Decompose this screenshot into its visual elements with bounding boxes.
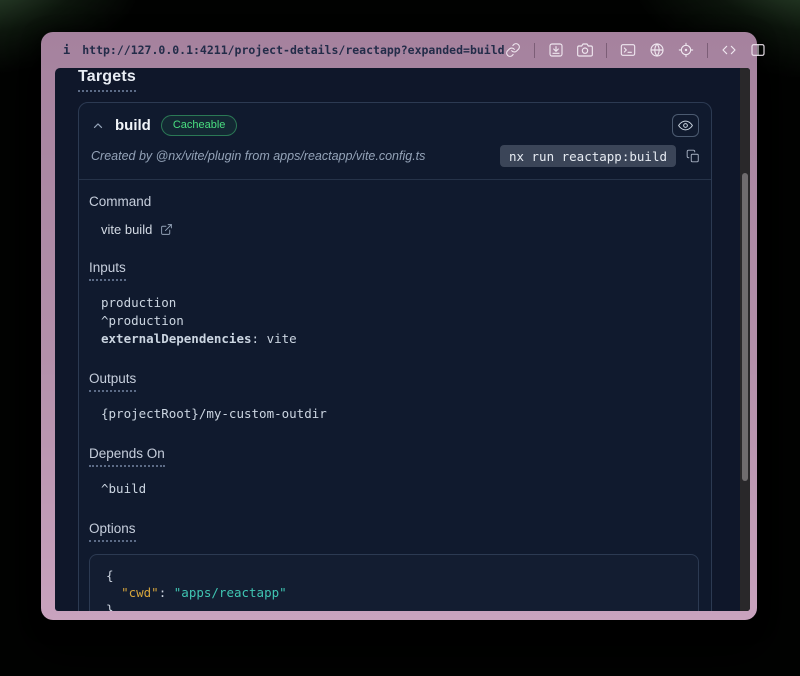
target-name: build <box>115 117 151 134</box>
command-label: Command <box>89 194 699 209</box>
command-value: vite build <box>101 222 152 237</box>
depends-on-item: ^build <box>101 480 699 498</box>
outputs-list: {projectRoot}/my-custom-outdir <box>101 405 699 423</box>
cacheable-badge: Cacheable <box>161 115 238 135</box>
input-item: externalDependencies: vite <box>101 330 699 348</box>
command-value-row: vite build <box>101 222 699 237</box>
options-label[interactable]: Options <box>89 521 136 542</box>
inputs-section: Inputs production ^production externalDe… <box>89 259 699 348</box>
external-link-icon[interactable] <box>160 223 173 236</box>
page-viewport: Targets build Cacheable <box>55 68 750 611</box>
toolbar-divider <box>534 43 535 58</box>
target-icon[interactable] <box>678 42 694 58</box>
build-panel-subheader: Created by @nx/vite/plugin from apps/rea… <box>79 143 711 179</box>
options-json-viewer: { "cwd": "apps/reactapp" } <box>89 554 699 611</box>
code-icon[interactable] <box>721 42 737 58</box>
inputs-list: production ^production externalDependenc… <box>101 294 699 348</box>
terminal-icon[interactable] <box>620 42 636 58</box>
split-view-icon[interactable] <box>750 42 766 58</box>
input-item: production <box>101 294 699 312</box>
depends-on-label[interactable]: Depends On <box>89 446 165 467</box>
copy-icon <box>686 149 700 163</box>
build-panel-body: Command vite build Inputs production <box>79 180 711 611</box>
created-by-text: Created by @nx/vite/plugin from apps/rea… <box>91 149 425 163</box>
depends-on-list: ^build <box>101 480 699 498</box>
view-graph-button[interactable] <box>672 114 699 137</box>
project-details-page: Targets build Cacheable <box>55 68 740 611</box>
copy-command-button[interactable] <box>683 146 703 166</box>
input-item: ^production <box>101 312 699 330</box>
outputs-label[interactable]: Outputs <box>89 371 136 392</box>
globe-icon[interactable] <box>649 42 665 58</box>
build-panel-header[interactable]: build Cacheable <box>79 103 711 143</box>
input-item-key: externalDependencies <box>101 331 252 346</box>
scrollbar-thumb[interactable] <box>742 173 748 481</box>
target-panel-build: build Cacheable Created by @nx/vite/plug… <box>78 102 712 611</box>
output-item: {projectRoot}/my-custom-outdir <box>101 405 699 423</box>
link-icon[interactable] <box>505 42 521 58</box>
command-section: Command vite build <box>89 194 699 237</box>
eye-icon <box>678 118 693 133</box>
url-text[interactable]: http://127.0.0.1:4211/project-details/re… <box>82 43 504 57</box>
toolbar-divider <box>707 43 708 58</box>
json-value: "apps/reactapp" <box>174 585 287 600</box>
chevron-up-icon[interactable] <box>91 119 105 133</box>
options-section: Options { "cwd": "apps/reactapp" } <box>89 520 699 611</box>
depends-on-section: Depends On ^build <box>89 445 699 498</box>
browser-window: i http://127.0.0.1:4211/project-details/… <box>41 32 757 620</box>
inputs-label[interactable]: Inputs <box>89 260 126 281</box>
info-icon: i <box>63 43 70 57</box>
targets-section-header: Targets <box>78 68 712 92</box>
scrollbar[interactable] <box>740 68 750 611</box>
input-item-value: : vite <box>252 331 297 346</box>
json-property-row: "cwd": "apps/reactapp" <box>106 584 682 601</box>
camera-icon[interactable] <box>577 42 593 58</box>
json-close-brace: } <box>106 601 682 611</box>
json-open-brace: { <box>106 567 682 584</box>
import-icon[interactable] <box>548 42 564 58</box>
outputs-section: Outputs {projectRoot}/my-custom-outdir <box>89 370 699 423</box>
toolbar-divider <box>606 43 607 58</box>
run-command-chip: nx run reactapp:build <box>500 145 676 167</box>
toolbar-actions <box>505 42 766 58</box>
page-title: Targets <box>78 68 136 92</box>
json-key: "cwd" <box>121 585 159 600</box>
browser-toolbar: i http://127.0.0.1:4211/project-details/… <box>41 32 757 68</box>
